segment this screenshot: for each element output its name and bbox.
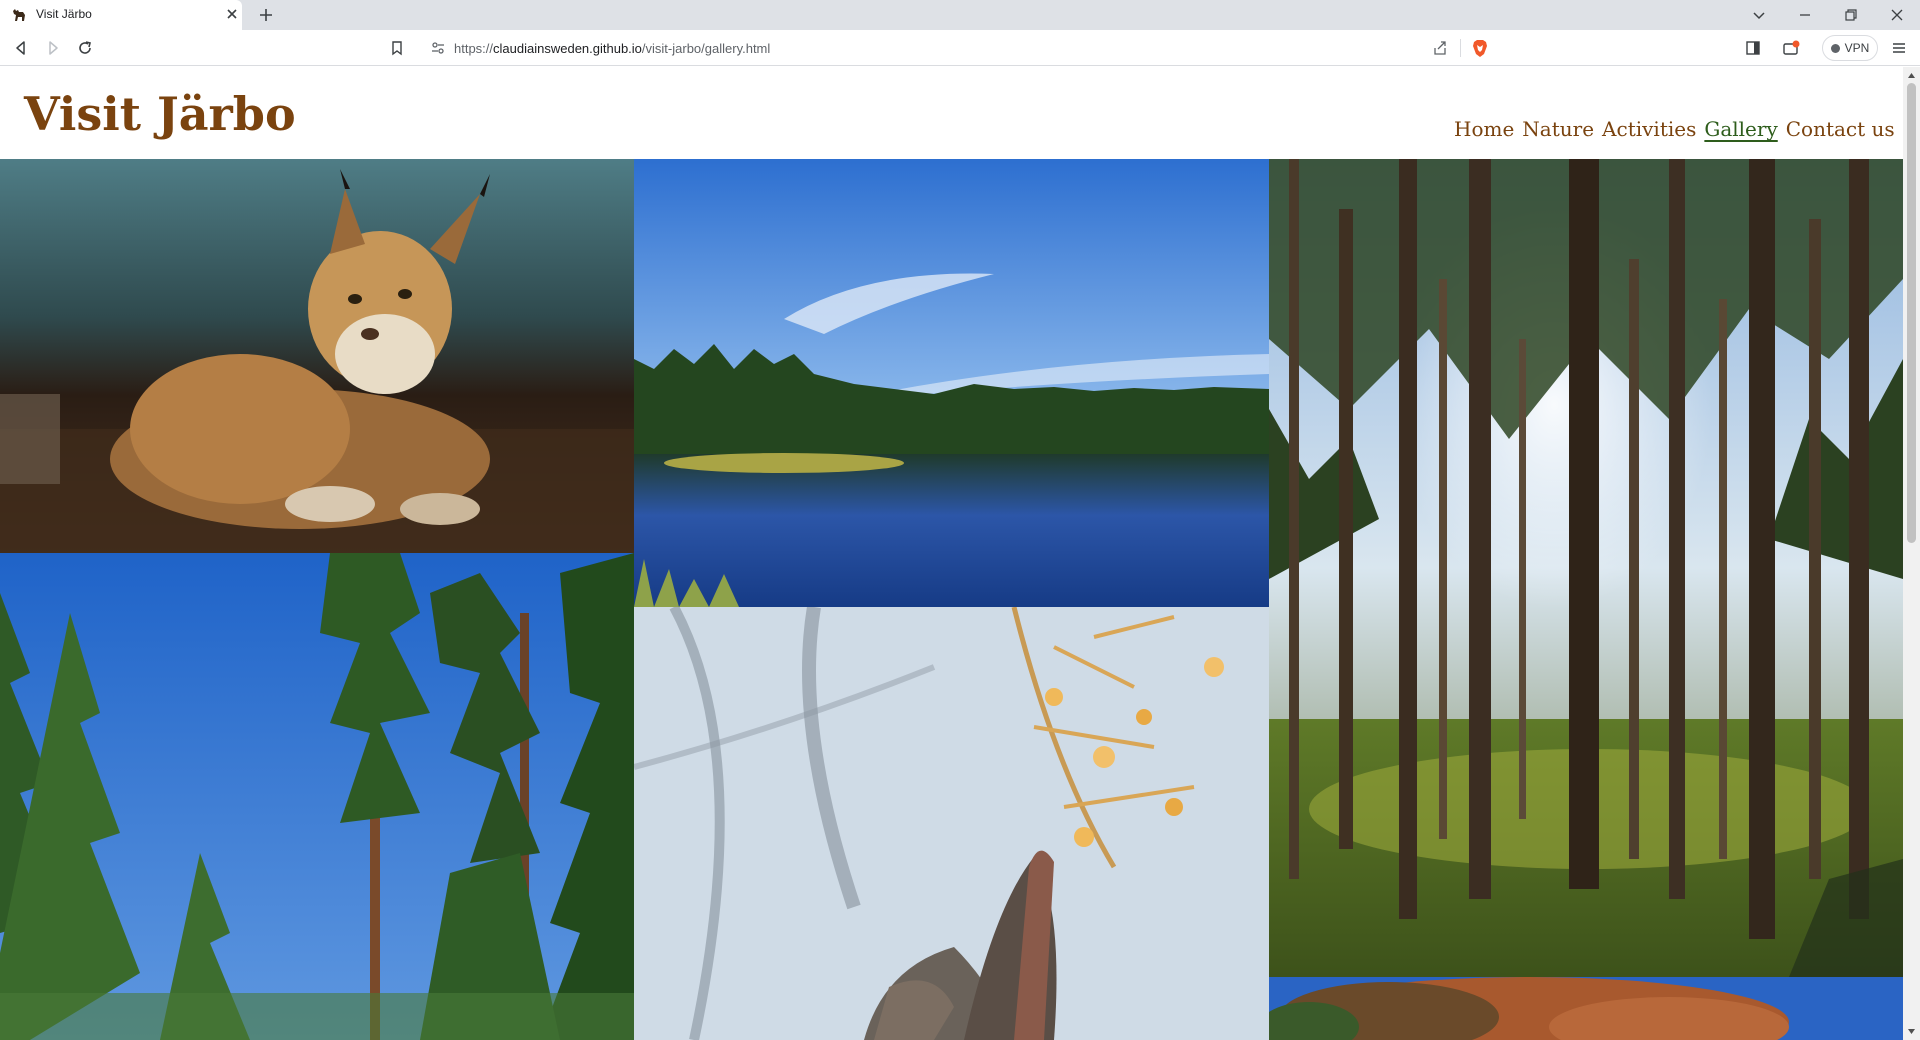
forward-icon[interactable] (44, 39, 62, 57)
moose-favicon-icon (13, 9, 25, 21)
wallet-icon[interactable] (1782, 39, 1800, 57)
menu-icon[interactable] (1890, 39, 1908, 57)
bookmark-icon[interactable] (388, 39, 406, 57)
restore-icon[interactable] (1842, 6, 1860, 24)
vpn-status-icon (1830, 43, 1840, 53)
page-scrollbar[interactable] (1903, 67, 1920, 1040)
nav-gallery[interactable]: Gallery (1704, 117, 1777, 141)
browser-tab[interactable]: Visit Järbo (0, 0, 242, 30)
vpn-button[interactable]: VPN (1822, 35, 1878, 61)
browser-toolbar: https://claudiainsweden.github.io/visit-… (0, 30, 1920, 66)
address-bar[interactable]: https://claudiainsweden.github.io/visit-… (418, 34, 1500, 62)
site-title[interactable]: Visit Järbo (24, 87, 296, 141)
photo-gallery (0, 159, 1903, 1040)
site-settings-icon[interactable] (430, 40, 446, 56)
nav-nature[interactable]: Nature (1522, 117, 1594, 141)
nav-contact-us[interactable]: Contact us (1786, 117, 1895, 141)
share-icon[interactable] (1432, 40, 1448, 56)
reload-icon[interactable] (76, 39, 94, 57)
back-icon[interactable] (12, 39, 30, 57)
new-tab-icon[interactable] (257, 6, 275, 24)
scroll-down-icon[interactable] (1907, 1027, 1916, 1036)
pine-forest-photo[interactable] (1269, 159, 1903, 977)
minimize-icon[interactable] (1796, 6, 1814, 24)
sidebar-toggle-icon[interactable] (1744, 39, 1762, 57)
vpn-label: VPN (1844, 41, 1870, 55)
lynx-photo[interactable] (0, 159, 634, 553)
url-divider (1460, 39, 1461, 57)
tab-title: Visit Järbo (36, 7, 92, 21)
url-path: /visit-jarbo/gallery.html (641, 41, 771, 56)
tab-strip: Visit Järbo (0, 0, 1920, 30)
brave-shields-icon[interactable] (1470, 38, 1490, 58)
tall-pines-photo[interactable] (0, 553, 634, 1040)
url-text[interactable]: https://claudiainsweden.github.io/visit-… (454, 41, 770, 56)
url-host: claudiainsweden.github.io (493, 41, 642, 56)
main-nav: Home Nature Activities Gallery Contact u… (1454, 117, 1895, 141)
web-page: Visit Järbo Home Nature Activities Galle… (0, 67, 1903, 1040)
close-tab-icon[interactable] (224, 6, 240, 22)
nav-activities[interactable]: Activities (1602, 117, 1696, 141)
nav-home[interactable]: Home (1454, 117, 1514, 141)
close-window-icon[interactable] (1888, 6, 1906, 24)
moose-photo[interactable] (634, 607, 1269, 1040)
url-scheme: https:// (454, 41, 494, 56)
autumn-tree-photo[interactable] (1269, 977, 1903, 1040)
lake-photo[interactable] (634, 159, 1269, 607)
tab-search-chevron-icon[interactable] (1750, 6, 1768, 24)
scrollbar-thumb[interactable] (1907, 83, 1916, 543)
scroll-up-icon[interactable] (1907, 71, 1916, 80)
